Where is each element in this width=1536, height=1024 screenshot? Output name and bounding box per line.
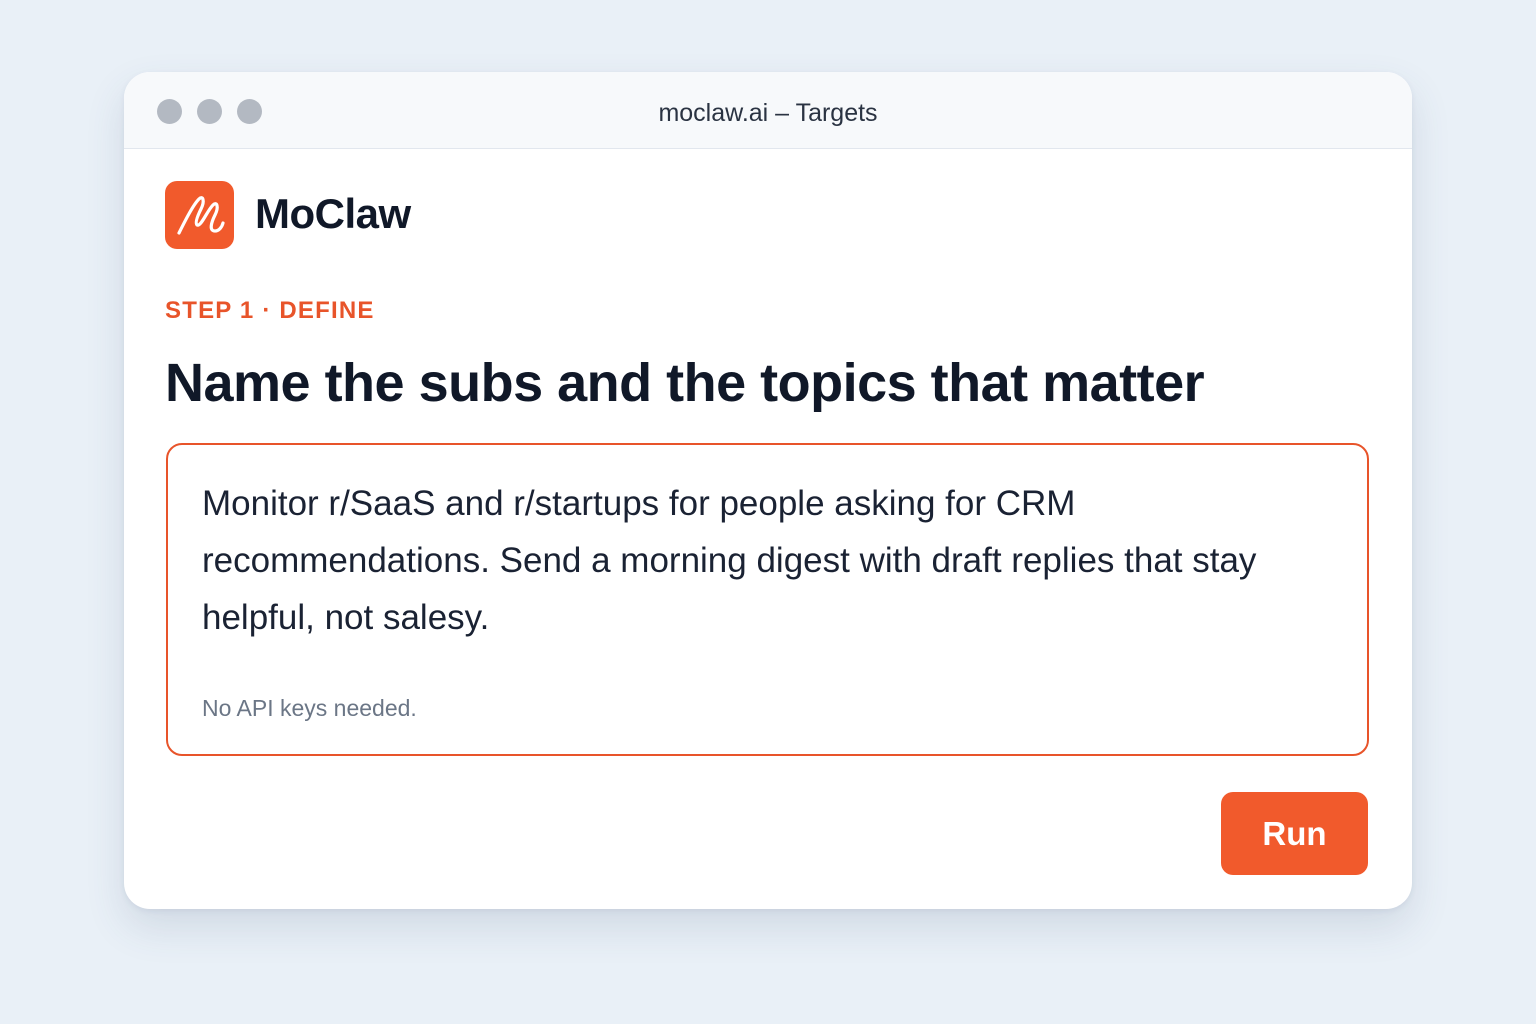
- run-button[interactable]: Run: [1221, 792, 1368, 875]
- step-label: STEP 1 · DEFINE: [165, 297, 375, 324]
- browser-window: moclaw.ai – Targets MoClaw STEP 1 · DEFI…: [124, 72, 1412, 909]
- title-bar: moclaw.ai – Targets: [124, 72, 1412, 149]
- moclaw-logo-icon: [165, 181, 234, 249]
- prompt-text[interactable]: Monitor r/SaaS and r/startups for people…: [202, 475, 1322, 646]
- prompt-note: No API keys needed.: [202, 695, 417, 721]
- brand-name: MoClaw: [255, 190, 411, 237]
- window-title: moclaw.ai – Targets: [658, 99, 878, 127]
- page-title: Name the subs and the topics that matter: [165, 353, 1205, 413]
- prompt-input[interactable]: Monitor r/SaaS and r/startups for people…: [166, 443, 1369, 756]
